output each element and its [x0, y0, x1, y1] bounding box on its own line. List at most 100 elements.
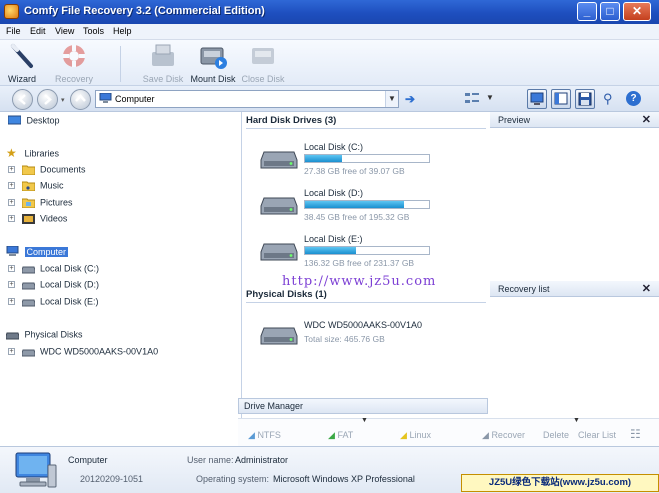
- expand-icon[interactable]: +: [8, 298, 15, 306]
- tree-item-computer[interactable]: Computer: [6, 246, 69, 260]
- delete-dropdown-icon[interactable]: ▼: [573, 417, 580, 424]
- recovery-list-header: Recovery list ✕: [490, 281, 659, 297]
- os-value: Microsoft Windows XP Professional: [273, 474, 415, 484]
- wizard-button[interactable]: Wizard: [4, 42, 40, 84]
- close-disk-button[interactable]: Close Disk: [240, 42, 286, 84]
- disk-item-d[interactable]: Local Disk (D:) 38.45 GB free of 195.32 …: [260, 186, 490, 228]
- disk-name: Local Disk (E:): [304, 234, 363, 244]
- hard-drive-icon: [21, 349, 35, 357]
- app-icon: [4, 4, 19, 19]
- disk-name: Local Disk (D:): [304, 188, 364, 198]
- drive-manager-toolbar: ◢ NTFS ◢ FAT ◢ Linux ▼ ◢ Recover Delete …: [238, 417, 659, 446]
- view-options-icon[interactable]: [465, 92, 479, 105]
- delete-button[interactable]: Delete: [543, 430, 569, 440]
- disk-name: Local Disk (C:): [304, 142, 364, 152]
- tree-item-music[interactable]: + Music: [8, 180, 64, 194]
- panel-view-button[interactable]: [551, 89, 571, 109]
- window-title: Comfy File Recovery 3.2 (Commercial Edit…: [24, 5, 265, 17]
- filter-ntfs[interactable]: ◢ NTFS: [248, 430, 281, 441]
- watermark-url: http://www.jz5u.com: [282, 274, 437, 289]
- tree-item-wdc[interactable]: + WDC WD5000AAKS-00V1A0: [8, 346, 158, 360]
- search-icon[interactable]: ⚲: [603, 91, 613, 107]
- fat-dropdown-icon[interactable]: ▼: [361, 417, 368, 424]
- minimize-button[interactable]: _: [577, 2, 597, 21]
- hard-drive-icon: [21, 282, 35, 290]
- expand-icon[interactable]: +: [8, 265, 15, 273]
- tree-label-physical-disks: Physical Disks: [24, 329, 83, 340]
- disk-free-text: 27.38 GB free of 39.07 GB: [304, 166, 405, 176]
- mount-disk-button[interactable]: Mount Disk: [189, 42, 237, 84]
- disk-item-e[interactable]: Local Disk (E:) 136.32 GB free of 231.37…: [260, 232, 490, 274]
- close-icon[interactable]: ✕: [642, 282, 651, 295]
- filter-fat[interactable]: ◢ FAT: [328, 430, 353, 441]
- ntfs-label: NTFS: [257, 430, 281, 440]
- forward-button[interactable]: [37, 89, 58, 110]
- desktop-icon: [8, 115, 21, 125]
- back-arrow-icon: [18, 94, 26, 105]
- go-arrow-icon[interactable]: ➔: [405, 92, 415, 106]
- physical-disk-icon: [6, 332, 19, 340]
- tree-item-disk-e[interactable]: + Local Disk (E:): [8, 296, 99, 310]
- expand-icon[interactable]: +: [8, 199, 15, 207]
- disk-item-c[interactable]: Local Disk (C:) 27.38 GB free of 39.07 G…: [260, 140, 490, 182]
- preview-panel-header: Preview ✕: [490, 112, 659, 128]
- panel-icon: [554, 92, 568, 105]
- tree-item-disk-d[interactable]: + Local Disk (D:): [8, 279, 99, 293]
- os-label: Operating system:: [196, 474, 270, 484]
- expand-icon[interactable]: +: [8, 166, 15, 174]
- tree-item-disk-c[interactable]: + Local Disk (C:): [8, 263, 99, 277]
- clear-list-button[interactable]: Clear List: [578, 430, 616, 440]
- help-icon[interactable]: ?: [626, 91, 641, 106]
- disk-usage-fill: [305, 247, 356, 254]
- tree-label-documents: Documents: [40, 164, 86, 175]
- tree-item-pictures[interactable]: + Pictures: [8, 197, 73, 211]
- title-bar: Comfy File Recovery 3.2 (Commercial Edit…: [0, 0, 659, 24]
- hard-drive-icon: [260, 243, 298, 261]
- hard-drive-icon: [260, 151, 298, 169]
- menu-tools[interactable]: Tools: [83, 26, 104, 36]
- expand-icon[interactable]: +: [8, 281, 15, 289]
- view-dropdown-icon[interactable]: ▼: [486, 93, 494, 102]
- expand-icon[interactable]: +: [8, 215, 15, 223]
- tree-item-documents[interactable]: + Documents: [8, 164, 86, 178]
- expand-icon[interactable]: +: [8, 348, 15, 356]
- physical-disk-item[interactable]: WDC WD5000AAKS-00V1A0 Total size: 465.76…: [260, 316, 490, 358]
- tree-label-music: Music: [40, 180, 64, 191]
- forward-arrow-icon: [44, 94, 52, 105]
- tree-item-desktop[interactable]: Desktop: [8, 115, 60, 129]
- recovery-button[interactable]: Recovery: [52, 42, 96, 84]
- recover-icon: ◢: [482, 430, 489, 440]
- status-name: Computer: [68, 455, 108, 465]
- disk-free-text: 136.32 GB free of 231.37 GB: [304, 258, 415, 268]
- menu-help[interactable]: Help: [113, 26, 132, 36]
- tree-item-libraries[interactable]: ★ Libraries: [6, 147, 59, 162]
- close-button[interactable]: ✕: [623, 2, 651, 21]
- menu-bar: File Edit View Tools Help: [0, 24, 659, 40]
- menu-file[interactable]: File: [6, 26, 21, 36]
- close-disk-icon: [252, 48, 274, 64]
- wand-icon: [11, 44, 33, 68]
- address-field[interactable]: Computer ▼: [95, 90, 399, 108]
- menu-edit[interactable]: Edit: [30, 26, 46, 36]
- site-badge: JZ5U绿色下载站(www.jz5u.com): [461, 474, 659, 492]
- filter-linux[interactable]: ◢ Linux: [400, 430, 431, 441]
- list-options-icon[interactable]: ☷: [630, 427, 641, 441]
- save-disk-button[interactable]: Save Disk: [142, 42, 184, 84]
- tree-item-videos[interactable]: + Videos: [8, 213, 67, 227]
- linux-label: Linux: [409, 430, 431, 440]
- status-build: 20120209-1051: [80, 474, 144, 484]
- maximize-button[interactable]: □: [600, 2, 620, 21]
- back-button[interactable]: [12, 89, 33, 110]
- menu-view[interactable]: View: [55, 26, 74, 36]
- image-view-button[interactable]: [527, 89, 547, 109]
- recover-button[interactable]: ◢ Recover: [482, 430, 525, 441]
- expand-icon[interactable]: +: [8, 182, 15, 190]
- save-button[interactable]: [575, 89, 595, 109]
- address-dropdown-icon[interactable]: ▼: [385, 91, 398, 107]
- history-dropdown-icon[interactable]: ▾: [61, 96, 65, 104]
- tree-label-pictures: Pictures: [40, 197, 73, 208]
- hdd-group-header: Hard Disk Drives (3): [246, 115, 486, 129]
- close-icon[interactable]: ✕: [642, 113, 651, 126]
- up-button[interactable]: [70, 89, 91, 110]
- tree-item-physical-disks[interactable]: Physical Disks: [6, 329, 83, 343]
